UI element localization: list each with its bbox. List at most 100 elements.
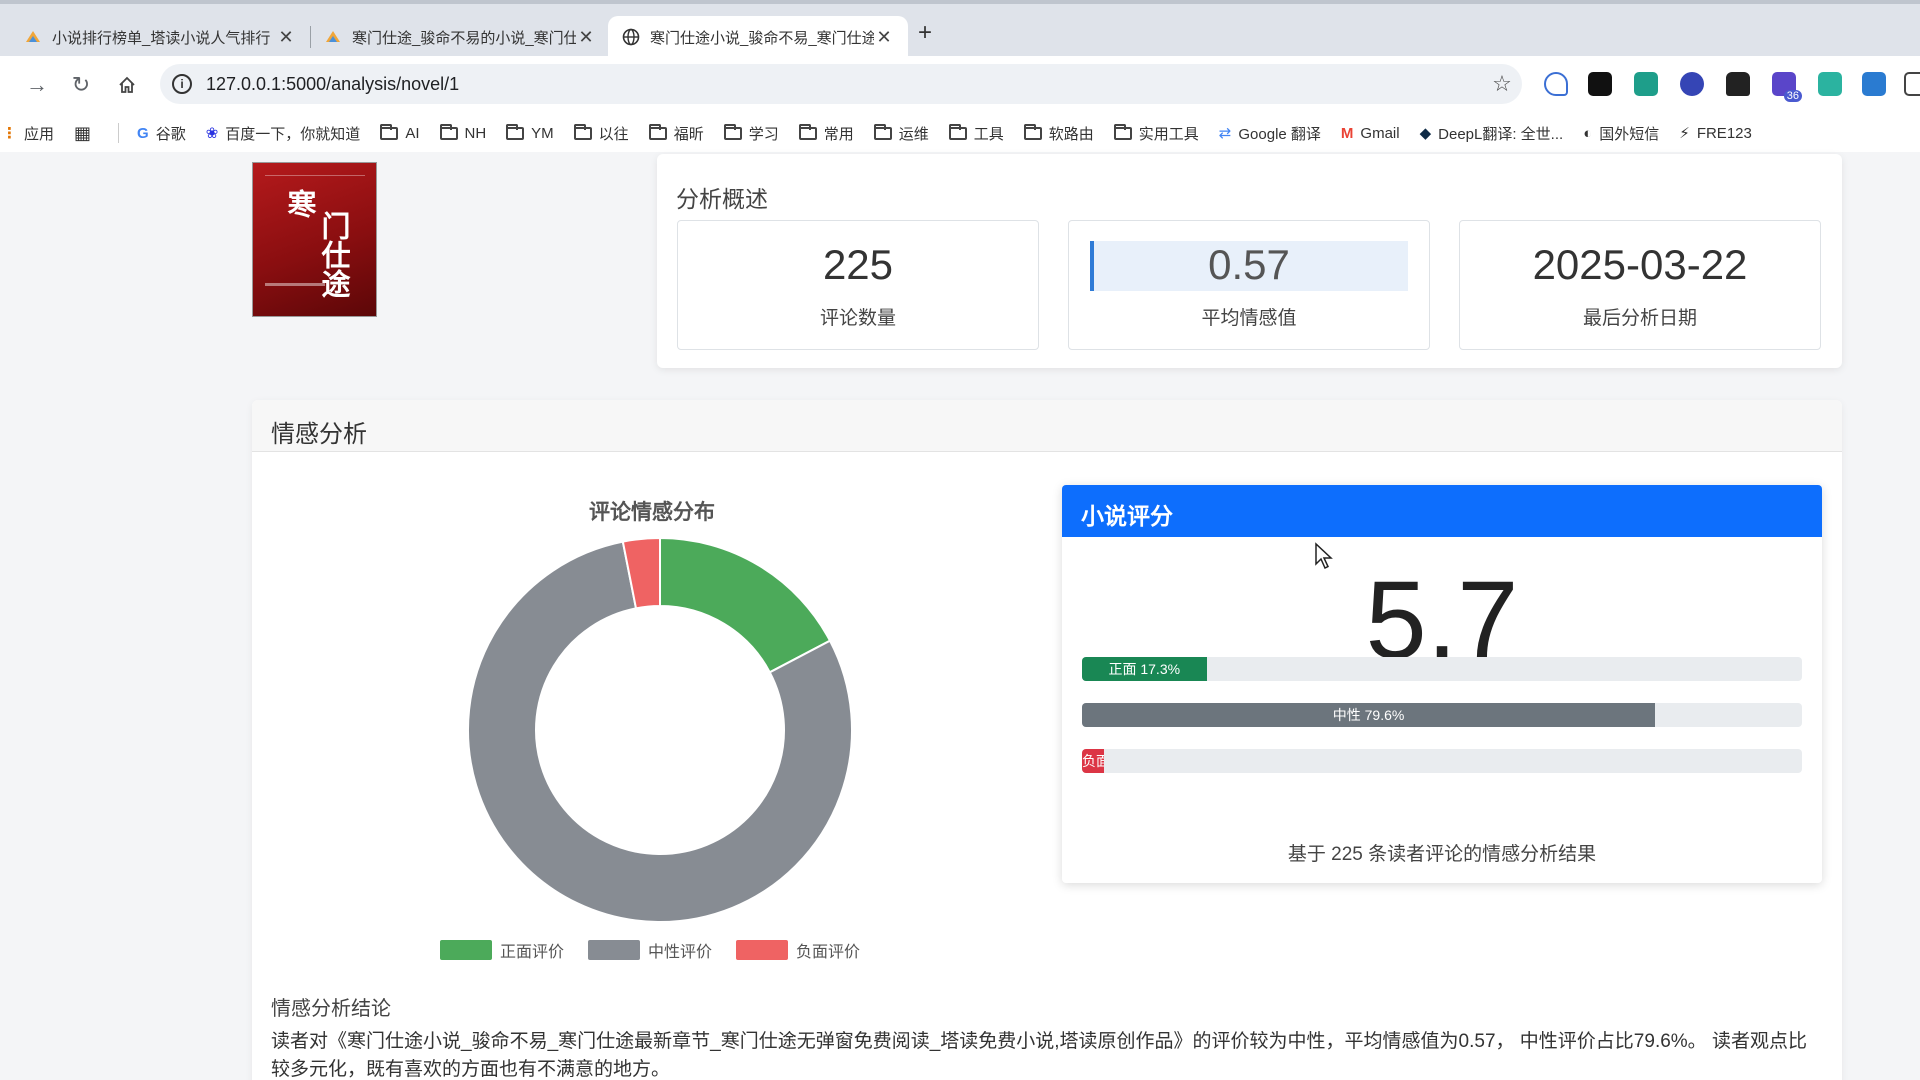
- bookmark-google-translate[interactable]: ⇄ Google 翻译: [1219, 123, 1321, 144]
- tab-title: 寒门仕途_骏命不易的小说_寒门仕途: [352, 29, 576, 47]
- bookmark-star-icon[interactable]: ☆: [1482, 71, 1522, 97]
- bookmark-folder-past[interactable]: 以往: [573, 123, 629, 144]
- overview-title: 分析概述: [676, 186, 768, 212]
- chart-title: 评论情感分布: [589, 501, 715, 524]
- bookmark-label: 常用: [823, 125, 854, 143]
- bookmark-label: AI: [405, 124, 420, 142]
- positive-progress-fill: 正面 17.3%: [1082, 657, 1207, 681]
- reload-icon[interactable]: ↻: [66, 70, 96, 100]
- bookmark-sms[interactable]: ◐ 国外短信: [1583, 123, 1659, 144]
- bookmarks-bar: ⋮ 应用 ▦ G 谷歌 ❀ 百度一下，你就知道 AI NH YM 以往 福昕 学习 常…: [0, 114, 1920, 152]
- score-note: 基于 225 条读者评论的情感分析结果: [1287, 844, 1597, 865]
- bookmark-label: 福昕: [673, 125, 704, 143]
- folder-icon: [873, 123, 892, 140]
- cover-decoration: [265, 175, 365, 176]
- legend-item-negative[interactable]: 负面评价: [736, 938, 860, 962]
- bookmark-label: 工具: [973, 125, 1004, 143]
- chart-legend: 正面评价 中性评价 负面评价: [432, 938, 892, 962]
- stat-avg-sentiment: 0.57 平均情感值: [1068, 220, 1430, 350]
- browser-tab-bar: 小说排行榜单_塔读小说人气排行 ✕ 寒门仕途_骏命不易的小说_寒门仕途 ✕ 寒门…: [0, 0, 1920, 58]
- neutral-progress-bar: 中性 79.6%: [1082, 703, 1802, 727]
- bookmark-folder-utilities[interactable]: 实用工具: [1113, 123, 1199, 144]
- extension-more-icon[interactable]: [1904, 72, 1920, 96]
- novel-score-card: 小说评分 5.7 正面 17.3% 中性 79.6% 负面 3.1% 基于 22…: [1062, 485, 1822, 883]
- tab-title: 小说排行榜单_塔读小说人气排行: [52, 29, 271, 47]
- bookmark-apps[interactable]: ⋮ 应用: [2, 123, 54, 144]
- address-bar[interactable]: i 127.0.0.1:5000/analysis/novel/1 ☆: [160, 64, 1522, 104]
- positive-progress-bar: 正面 17.3%: [1082, 657, 1802, 681]
- browser-tab-1[interactable]: 小说排行榜单_塔读小说人气排行 ✕: [10, 16, 310, 58]
- bookmark-label: DeepL翻译: 全世...: [1438, 125, 1564, 143]
- stat-value: 225: [822, 241, 894, 288]
- bookmark-folder-common[interactable]: 常用: [798, 123, 854, 144]
- deepl-icon: ◆: [1419, 125, 1432, 142]
- browser-toolbar: → ↻ i 127.0.0.1:5000/analysis/novel/1 ☆ …: [0, 56, 1920, 114]
- bookmark-divider: [118, 123, 120, 143]
- negative-progress-fill: 负面 3.1%: [1082, 749, 1105, 773]
- bookmark-deepl[interactable]: ◆ DeepL翻译: 全世...: [1420, 123, 1564, 144]
- mouse-cursor-icon: [1315, 542, 1333, 570]
- stat-label: 平均情感值: [1201, 308, 1297, 329]
- tab-close-icon[interactable]: ✕: [874, 27, 894, 48]
- stat-value: 2025-03-22: [1532, 241, 1748, 288]
- legend-item-positive[interactable]: 正面评价: [439, 938, 564, 962]
- bookmark-gmail[interactable]: M Gmail: [1341, 125, 1400, 142]
- extension-plus-icon[interactable]: [1634, 72, 1658, 96]
- address-url[interactable]: 127.0.0.1:5000/analysis/novel/1: [206, 74, 1482, 95]
- extension-teal-icon[interactable]: [1818, 72, 1842, 96]
- bookmark-folder-nh[interactable]: NH: [439, 123, 486, 142]
- folder-icon: [948, 123, 967, 140]
- translate-icon: ⇄: [1218, 125, 1232, 142]
- bookmark-folder-tools[interactable]: 工具: [948, 123, 1004, 144]
- stat-label: 最后分析日期: [1582, 308, 1697, 329]
- legend-label: 负面评价: [796, 944, 861, 961]
- stat-last-analysis-date: 2025-03-22 最后分析日期: [1459, 220, 1821, 350]
- donut-slice-positive[interactable]: [659, 536, 832, 674]
- conclusion-title: 情感分析结论: [271, 998, 391, 1020]
- extension-hand-icon[interactable]: [1544, 72, 1568, 96]
- extension-blue-icon[interactable]: [1862, 72, 1886, 96]
- folder-icon: [648, 123, 667, 140]
- legend-item-neutral[interactable]: 中性评价: [587, 938, 712, 962]
- sentiment-donut-chart[interactable]: [460, 530, 860, 930]
- folder-icon: [380, 123, 399, 140]
- bookmark-folder-foxit[interactable]: 福昕: [648, 123, 704, 144]
- negative-progress-bar: 负面 3.1%: [1082, 749, 1802, 773]
- extension-mask-icon[interactable]: [1726, 72, 1750, 96]
- bookmark-folder-ym[interactable]: YM: [506, 123, 554, 142]
- folder-icon: [573, 123, 592, 140]
- bookmark-fre123[interactable]: ⚡ FRE123: [1679, 124, 1752, 143]
- baidu-paw-icon: ❀: [205, 125, 219, 142]
- bookmark-grid[interactable]: ▦: [74, 123, 98, 144]
- browser-tab-3-active[interactable]: 寒门仕途小说_骏命不易_寒门仕途 ✕: [608, 16, 908, 58]
- bookmark-label: FRE123: [1696, 124, 1752, 142]
- analysis-overview-card: 分析概述 225 评论数量 0.57 平均情感值 2025-03-22 最后分析…: [657, 154, 1842, 368]
- extension-l-icon[interactable]: [1588, 72, 1612, 96]
- fre123-icon: ⚡: [1679, 125, 1690, 142]
- tab-close-icon[interactable]: ✕: [276, 27, 296, 48]
- bookmark-label: 学习: [748, 125, 779, 143]
- folder-icon: [798, 123, 817, 140]
- extension-badge-count: 36: [1783, 90, 1802, 102]
- bookmark-google[interactable]: G 谷歌: [137, 123, 186, 144]
- tab-close-icon[interactable]: ✕: [576, 27, 596, 48]
- new-tab-button[interactable]: +: [910, 18, 940, 48]
- extension-swirl-icon[interactable]: [1680, 72, 1704, 96]
- browser-tab-2[interactable]: 寒门仕途_骏命不易的小说_寒门仕途 ✕: [310, 16, 610, 58]
- home-icon[interactable]: [112, 70, 142, 100]
- extension-badge-icon[interactable]: 36: [1772, 72, 1802, 102]
- folder-icon: [439, 123, 458, 140]
- site-info-icon[interactable]: i: [172, 74, 192, 94]
- bookmark-folder-ops[interactable]: 运维: [873, 123, 929, 144]
- bookmark-folder-study[interactable]: 学习: [723, 123, 779, 144]
- bookmark-label: 应用: [24, 125, 55, 143]
- bookmark-folder-ai[interactable]: AI: [380, 123, 420, 142]
- page-content: 寒 门仕途 分析概述 225 评论数量 0.57 平均情感值 2025-03-2…: [0, 152, 1920, 1080]
- bookmark-folder-router[interactable]: 软路由: [1023, 123, 1094, 144]
- bookmark-baidu[interactable]: ❀ 百度一下，你就知道: [206, 123, 361, 144]
- bookmark-label: 实用工具: [1138, 125, 1199, 143]
- stat-label: 评论数量: [819, 308, 896, 329]
- bookmark-label: Gmail: [1360, 124, 1400, 142]
- forward-icon[interactable]: →: [22, 70, 52, 100]
- google-icon: G: [137, 124, 149, 142]
